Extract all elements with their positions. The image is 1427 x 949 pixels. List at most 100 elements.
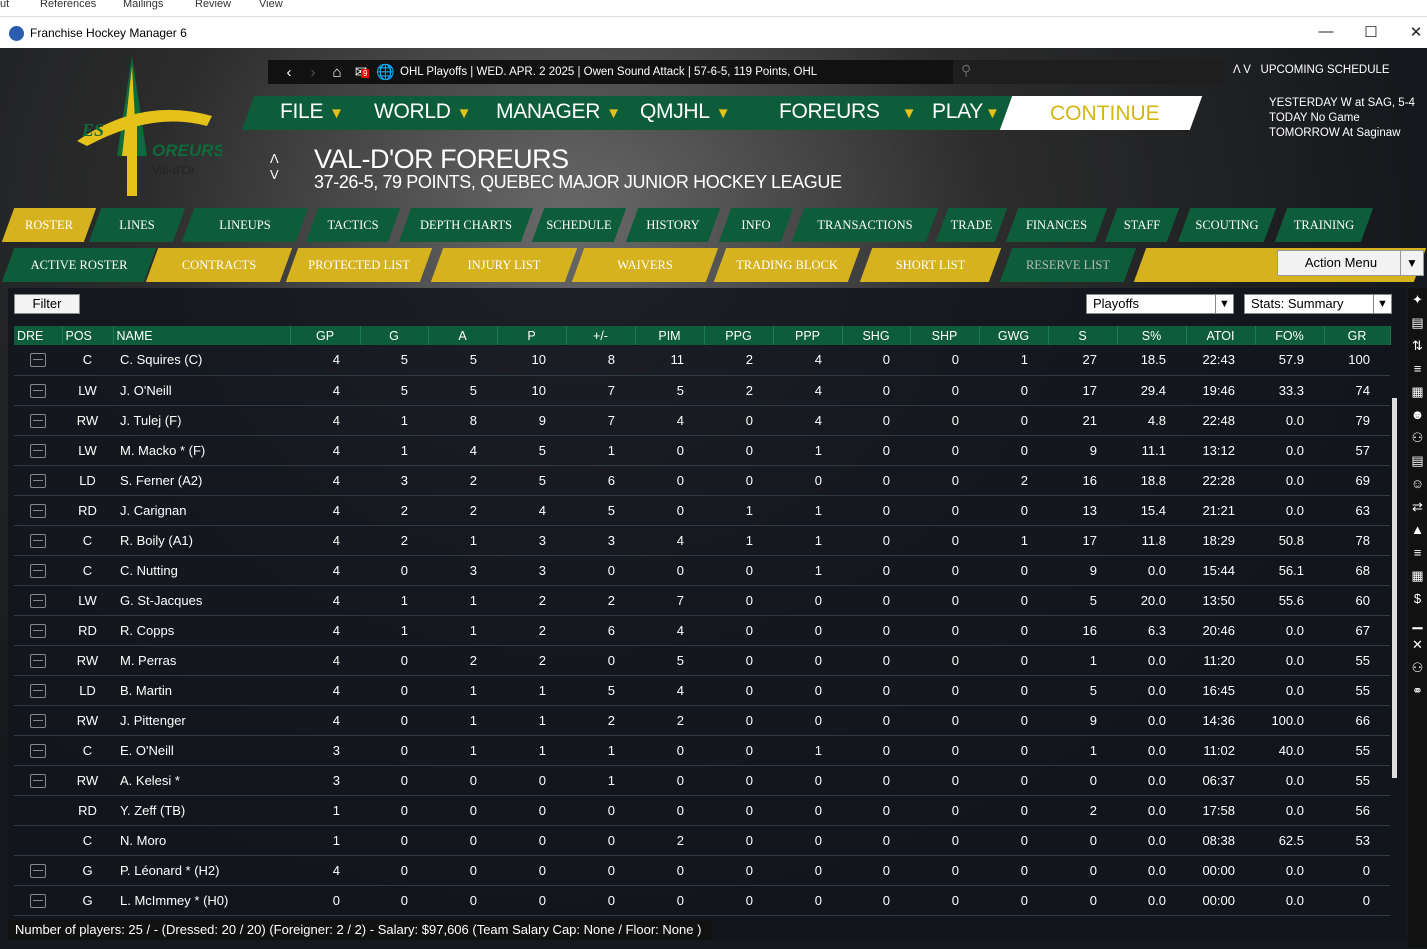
- column-header-fo-[interactable]: FO%: [1255, 326, 1325, 345]
- notes-icon[interactable]: ▤: [1408, 449, 1427, 472]
- nav-foreurs[interactable]: FOREURS ▼: [779, 100, 916, 124]
- table-row[interactable]: RW J. Tulej (F) 4 1 8 9 7 4 0 4 0 0 0 21 4.8 22:48 0.0 79: [14, 405, 1390, 436]
- tab-active-roster[interactable]: ACTIVE ROSTER: [8, 248, 150, 282]
- tab-staff[interactable]: STAFF: [1111, 208, 1173, 242]
- column-header-g[interactable]: G: [360, 326, 429, 345]
- column-header-name[interactable]: NAME: [113, 326, 291, 345]
- tab-short-list[interactable]: SHORT LIST: [866, 248, 995, 282]
- table-scrollbar[interactable]: [1390, 348, 1400, 908]
- ribbon-tab[interactable]: References: [40, 0, 96, 10]
- tab-transactions[interactable]: TRANSACTIONS: [798, 208, 932, 242]
- dollar-icon[interactable]: $: [1408, 587, 1427, 610]
- dressed-cell[interactable]: [14, 465, 62, 496]
- player-name[interactable]: S. Ferner (A2): [113, 465, 290, 496]
- player-name[interactable]: M. Perras: [113, 645, 290, 676]
- list2-icon[interactable]: ≡: [1408, 541, 1427, 564]
- dressed-cell[interactable]: [14, 735, 62, 766]
- binoculars-icon[interactable]: ⚭: [1408, 679, 1427, 702]
- table-row[interactable]: G P. Léonard * (H2) 4 0 0 0 0 0 0 0 0 0 0 0 0.0 00:00 0.…: [14, 855, 1390, 886]
- ribbon-tab[interactable]: Mailings: [123, 0, 163, 10]
- people-icon[interactable]: ☻: [1408, 403, 1427, 426]
- table-row[interactable]: RW A. Kelesi * 3 0 0 0 1 0 0 0 0 0 0 0 0.0 06:37 0.0 55: [14, 765, 1390, 796]
- document-icon[interactable]: ▤: [1408, 311, 1427, 334]
- player-name[interactable]: C. Nutting: [113, 555, 290, 586]
- home-icon[interactable]: ⌂: [328, 64, 346, 81]
- tab-protected-list[interactable]: PROTECTED LIST: [292, 248, 426, 282]
- grid2-icon[interactable]: ▦: [1408, 564, 1427, 587]
- player-name[interactable]: E. O'Neill: [113, 735, 290, 766]
- team-switch-arrows[interactable]: ΛV: [270, 151, 279, 183]
- sticks-icon[interactable]: ✕: [1408, 633, 1427, 656]
- player-name[interactable]: Y. Zeff (TB): [113, 795, 290, 826]
- tab-lines[interactable]: LINES: [95, 208, 179, 242]
- dressed-cell[interactable]: [14, 345, 62, 376]
- player-name[interactable]: L. McImmey * (H0): [113, 885, 290, 916]
- tab-info[interactable]: INFO: [725, 208, 787, 242]
- lines-icon[interactable]: ⇅: [1408, 334, 1427, 357]
- dressed-cell[interactable]: [14, 495, 62, 526]
- nav-file[interactable]: FILE ▼: [280, 100, 344, 124]
- player-name[interactable]: G. St-Jacques: [113, 585, 290, 616]
- mail-icon[interactable]: ✉9: [352, 63, 370, 81]
- tab-training[interactable]: TRAINING: [1281, 208, 1367, 242]
- column-header-pim[interactable]: PIM: [635, 326, 705, 345]
- tab-scouting[interactable]: SCOUTING: [1184, 208, 1270, 242]
- table-row[interactable]: C C. Nutting 4 0 3 3 0 0 0 1 0 0 0 9 0.0 15:44 56.1 68: [14, 555, 1390, 586]
- player-name[interactable]: J. O'Neill: [113, 375, 290, 406]
- player-name[interactable]: R. Boily (A1): [113, 525, 290, 556]
- dressed-cell[interactable]: [14, 375, 62, 406]
- dressed-cell[interactable]: [14, 795, 62, 826]
- table-row[interactable]: C C. Squires (C) 4 5 5 10 8 11 2 4 0 0 1 27 18.5 22:43 5…: [14, 345, 1390, 376]
- player-name[interactable]: M. Macko * (F): [113, 435, 290, 466]
- forward-icon[interactable]: ›: [304, 64, 322, 81]
- table-row[interactable]: LW G. St-Jacques 4 1 1 2 2 7 0 0 0 0 0 5 20.0 13:50 55.6…: [14, 585, 1390, 616]
- dressed-cell[interactable]: [14, 525, 62, 556]
- tab-trading-block[interactable]: TRADING BLOCK: [720, 248, 854, 282]
- nav-world[interactable]: WORLD ▼: [374, 100, 472, 124]
- tab-tactics[interactable]: TACTICS: [312, 208, 394, 242]
- ribbon-tab[interactable]: ut: [0, 0, 9, 10]
- dressed-cell[interactable]: [14, 405, 62, 436]
- tab-roster[interactable]: ROSTER: [8, 208, 90, 242]
- dressed-cell[interactable]: [14, 855, 62, 886]
- action-menu-dropdown-icon[interactable]: ▼: [1400, 250, 1424, 276]
- chart-icon[interactable]: ▲: [1408, 518, 1427, 541]
- table-row[interactable]: RW J. Pittenger 4 0 1 1 2 2 0 0 0 0 0 9 0.0 14:36 100.0 6…: [14, 705, 1390, 736]
- trophy-icon[interactable]: ⚇: [1408, 426, 1427, 449]
- column-header-atoi[interactable]: ATOI: [1186, 326, 1256, 345]
- dressed-cell[interactable]: [14, 705, 62, 736]
- stats-select[interactable]: Stats: Summary ▼: [1244, 294, 1392, 314]
- dressed-cell[interactable]: [14, 675, 62, 706]
- player-name[interactable]: R. Copps: [113, 615, 290, 646]
- tab-trade[interactable]: TRADE: [942, 208, 1001, 242]
- player-name[interactable]: C. Squires (C): [113, 345, 290, 376]
- player-name[interactable]: J. Pittenger: [113, 705, 290, 736]
- column-header-gwg[interactable]: GWG: [979, 326, 1049, 345]
- column-header-s[interactable]: S: [1048, 326, 1118, 345]
- nav-qmjhl[interactable]: QMJHL ▼: [640, 100, 731, 124]
- maximize-button[interactable]: ☐: [1361, 23, 1381, 41]
- tab-schedule[interactable]: SCHEDULE: [538, 208, 620, 242]
- column-header-shg[interactable]: SHG: [842, 326, 911, 345]
- column-header-ppg[interactable]: PPG: [704, 326, 774, 345]
- table-row[interactable]: RD J. Carignan 4 2 2 4 5 0 1 1 0 0 0 13 15.4 21:21 0.0 63: [14, 495, 1390, 526]
- continue-button[interactable]: CONTINUE: [1050, 102, 1160, 126]
- action-menu-button[interactable]: Action Menu: [1277, 250, 1405, 276]
- tab-lineups[interactable]: LINEUPS: [188, 208, 302, 242]
- nav-play[interactable]: PLAY ▼: [932, 100, 1000, 124]
- table-row[interactable]: RD R. Copps 4 1 1 2 6 4 0 0 0 0 0 16 6.3 20:46 0.0 67: [14, 615, 1390, 646]
- player-name[interactable]: B. Martin: [113, 675, 290, 706]
- staff-icon[interactable]: ☺: [1408, 472, 1427, 495]
- player-name[interactable]: N. Moro: [113, 825, 290, 856]
- dressed-cell[interactable]: [14, 645, 62, 676]
- table-row[interactable]: G L. McImmey * (H0) 0 0 0 0 0 0 0 0 0 0 0 0 0.0 00:00 0.…: [14, 885, 1390, 916]
- table-row[interactable]: RD Y. Zeff (TB) 1 0 0 0 0 0 0 0 0 0 0 2 0.0 17:58 0.0 56: [14, 795, 1390, 826]
- column-header-shp[interactable]: SHP: [910, 326, 980, 345]
- table-row[interactable]: LD B. Martin 4 0 1 1 5 4 0 0 0 0 0 5 0.0 16:45 0.0 55: [14, 675, 1390, 706]
- filter-button[interactable]: Filter: [14, 294, 80, 314]
- table-row[interactable]: C R. Boily (A1) 4 2 1 3 3 4 1 1 0 0 1 17 11.8 18:29 50.8…: [14, 525, 1390, 556]
- ribbon-tab[interactable]: Review: [195, 0, 231, 10]
- column-header-gr[interactable]: GR: [1324, 326, 1391, 345]
- tab-contracts[interactable]: CONTRACTS: [152, 248, 286, 282]
- player-name[interactable]: P. Léonard * (H2): [113, 855, 290, 886]
